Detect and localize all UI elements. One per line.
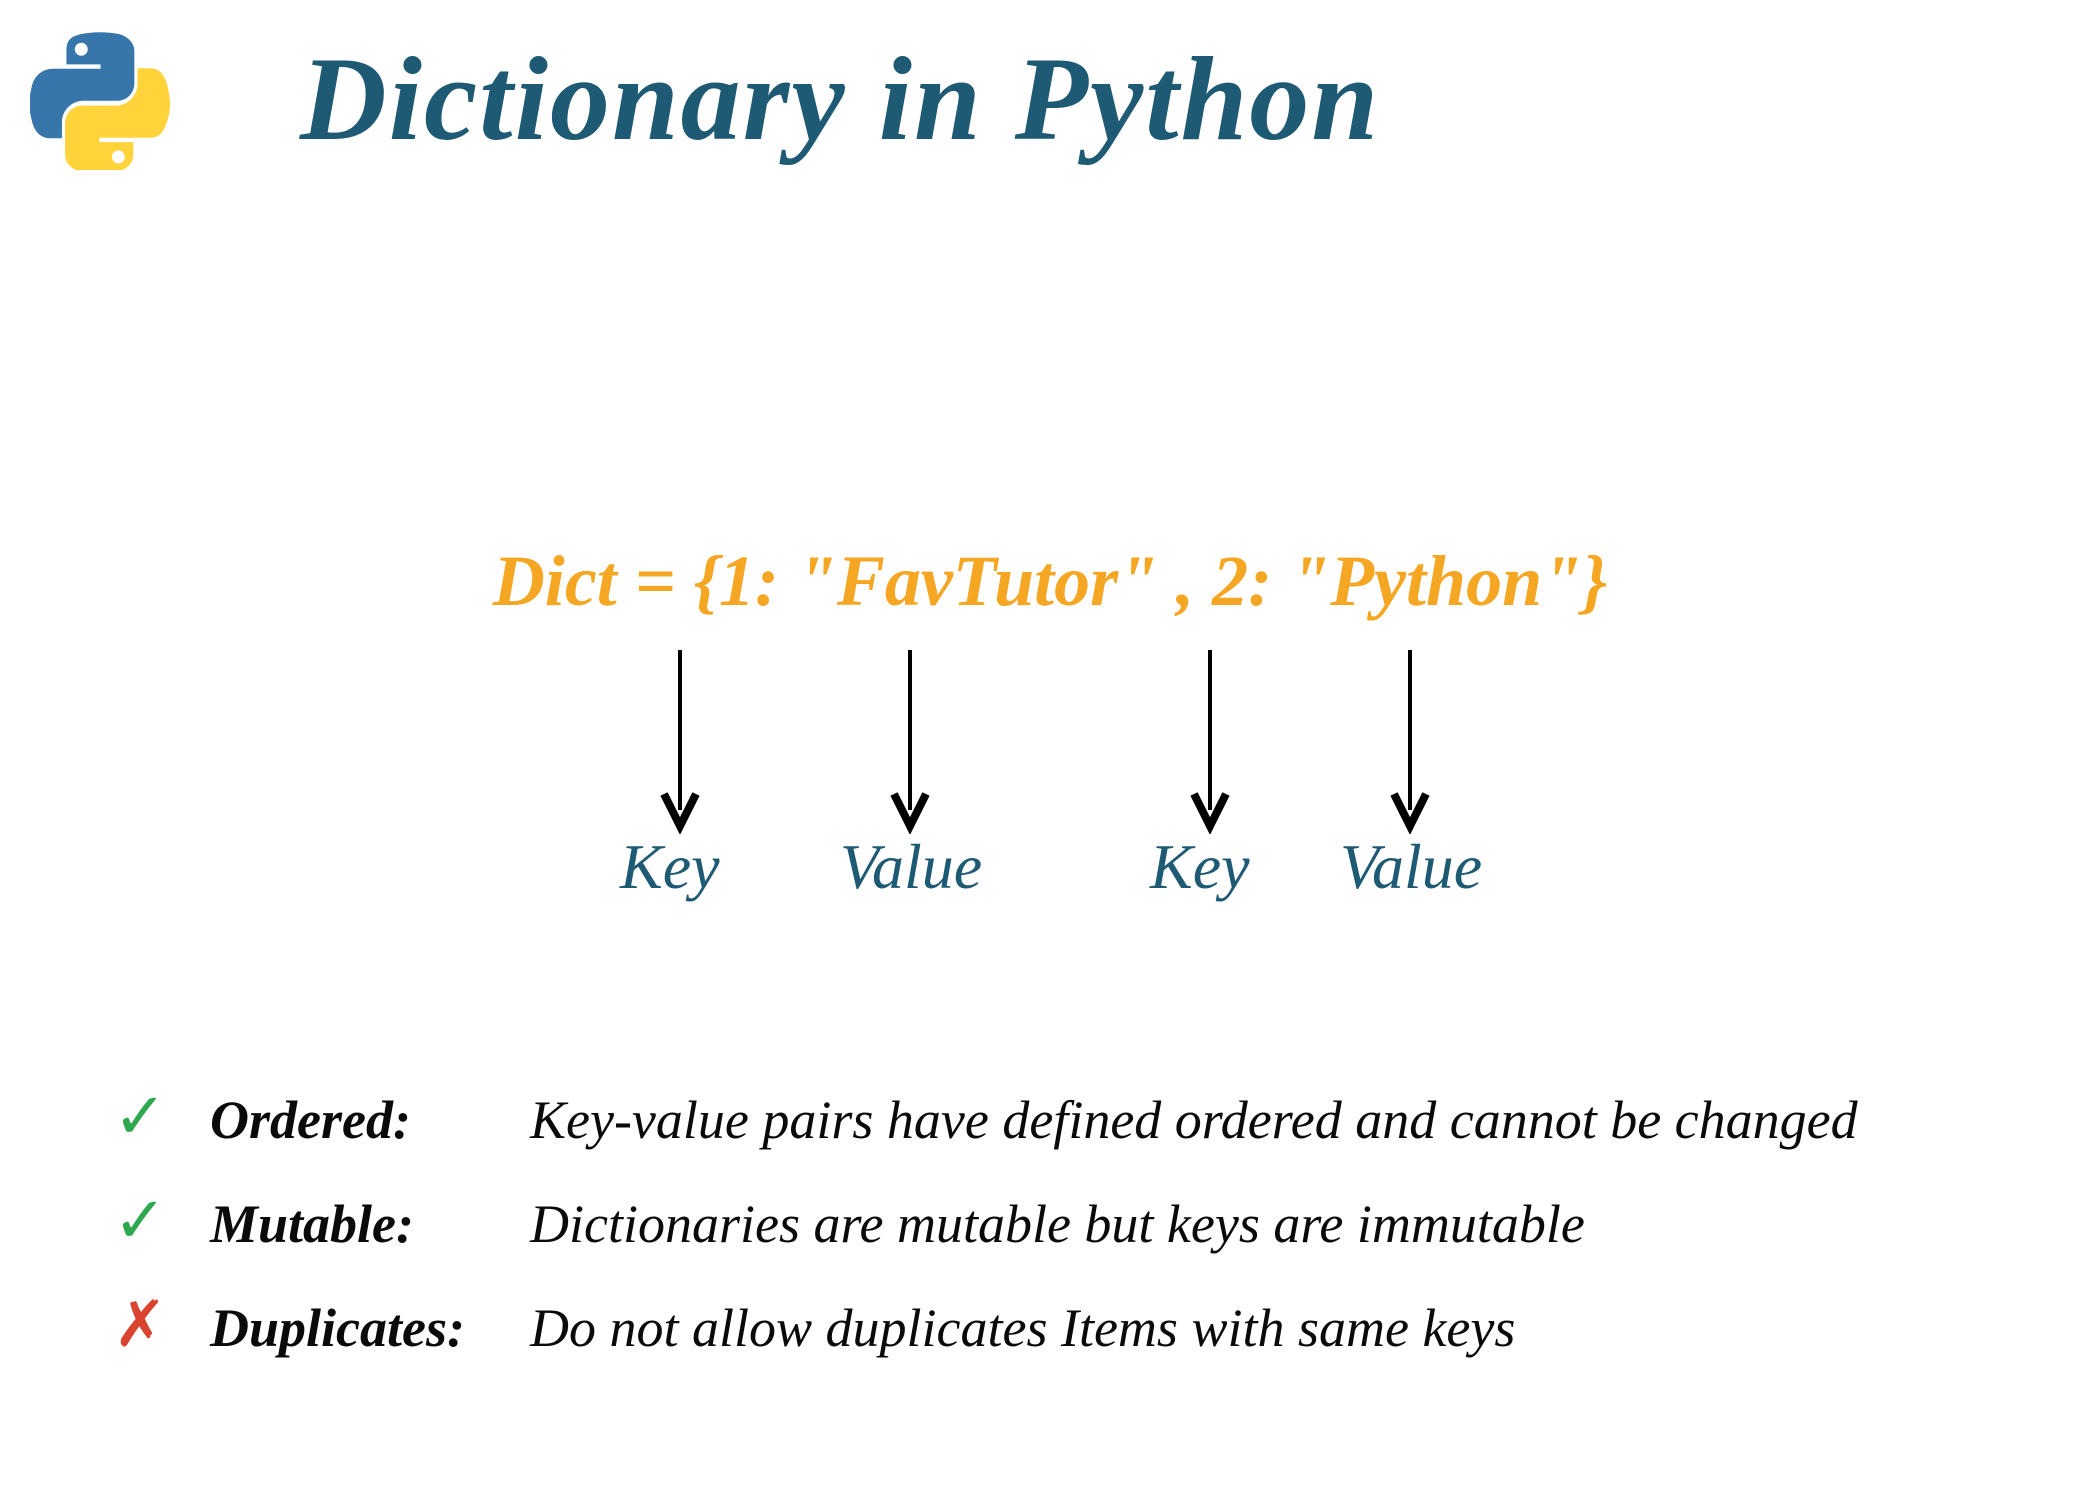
feature-row-1: ✓ Mutable: Dictionaries are mutable but ke… bbox=[110, 1184, 2010, 1258]
kv-label-0: Key bbox=[620, 830, 720, 904]
python-logo-icon bbox=[30, 30, 170, 170]
check-icon: ✓ bbox=[110, 1080, 170, 1154]
diagram-root: Dictionary in Python Dict = {1: "FavTuto… bbox=[0, 0, 2100, 1500]
code-example: Dict = {1: "FavTutor" , 2: "Python"} bbox=[0, 540, 2100, 623]
feature-label: Mutable: bbox=[210, 1193, 490, 1255]
feature-label: Ordered: bbox=[210, 1089, 490, 1151]
cross-icon: ✗ bbox=[110, 1288, 170, 1362]
arrows-layer bbox=[0, 640, 2100, 840]
check-icon: ✓ bbox=[110, 1184, 170, 1258]
feature-desc: Do not allow duplicates Items with same … bbox=[530, 1297, 1515, 1359]
feature-label: Duplicates: bbox=[210, 1297, 490, 1359]
page-title: Dictionary in Python bbox=[300, 30, 1380, 168]
kv-label-1: Value bbox=[840, 830, 982, 904]
feature-row-0: ✓ Ordered: Key-value pairs have defined or… bbox=[110, 1080, 2010, 1154]
kv-labels: Key Value Key Value bbox=[0, 830, 2100, 910]
feature-desc: Key-value pairs have defined ordered and… bbox=[530, 1089, 1858, 1151]
kv-label-3: Value bbox=[1340, 830, 1482, 904]
feature-list: ✓ Ordered: Key-value pairs have defined or… bbox=[110, 1080, 2010, 1392]
kv-label-2: Key bbox=[1150, 830, 1250, 904]
feature-desc: Dictionaries are mutable but keys are im… bbox=[530, 1193, 1585, 1255]
feature-row-2: ✗ Duplicates: Do not allow duplicates Item… bbox=[110, 1288, 2010, 1362]
